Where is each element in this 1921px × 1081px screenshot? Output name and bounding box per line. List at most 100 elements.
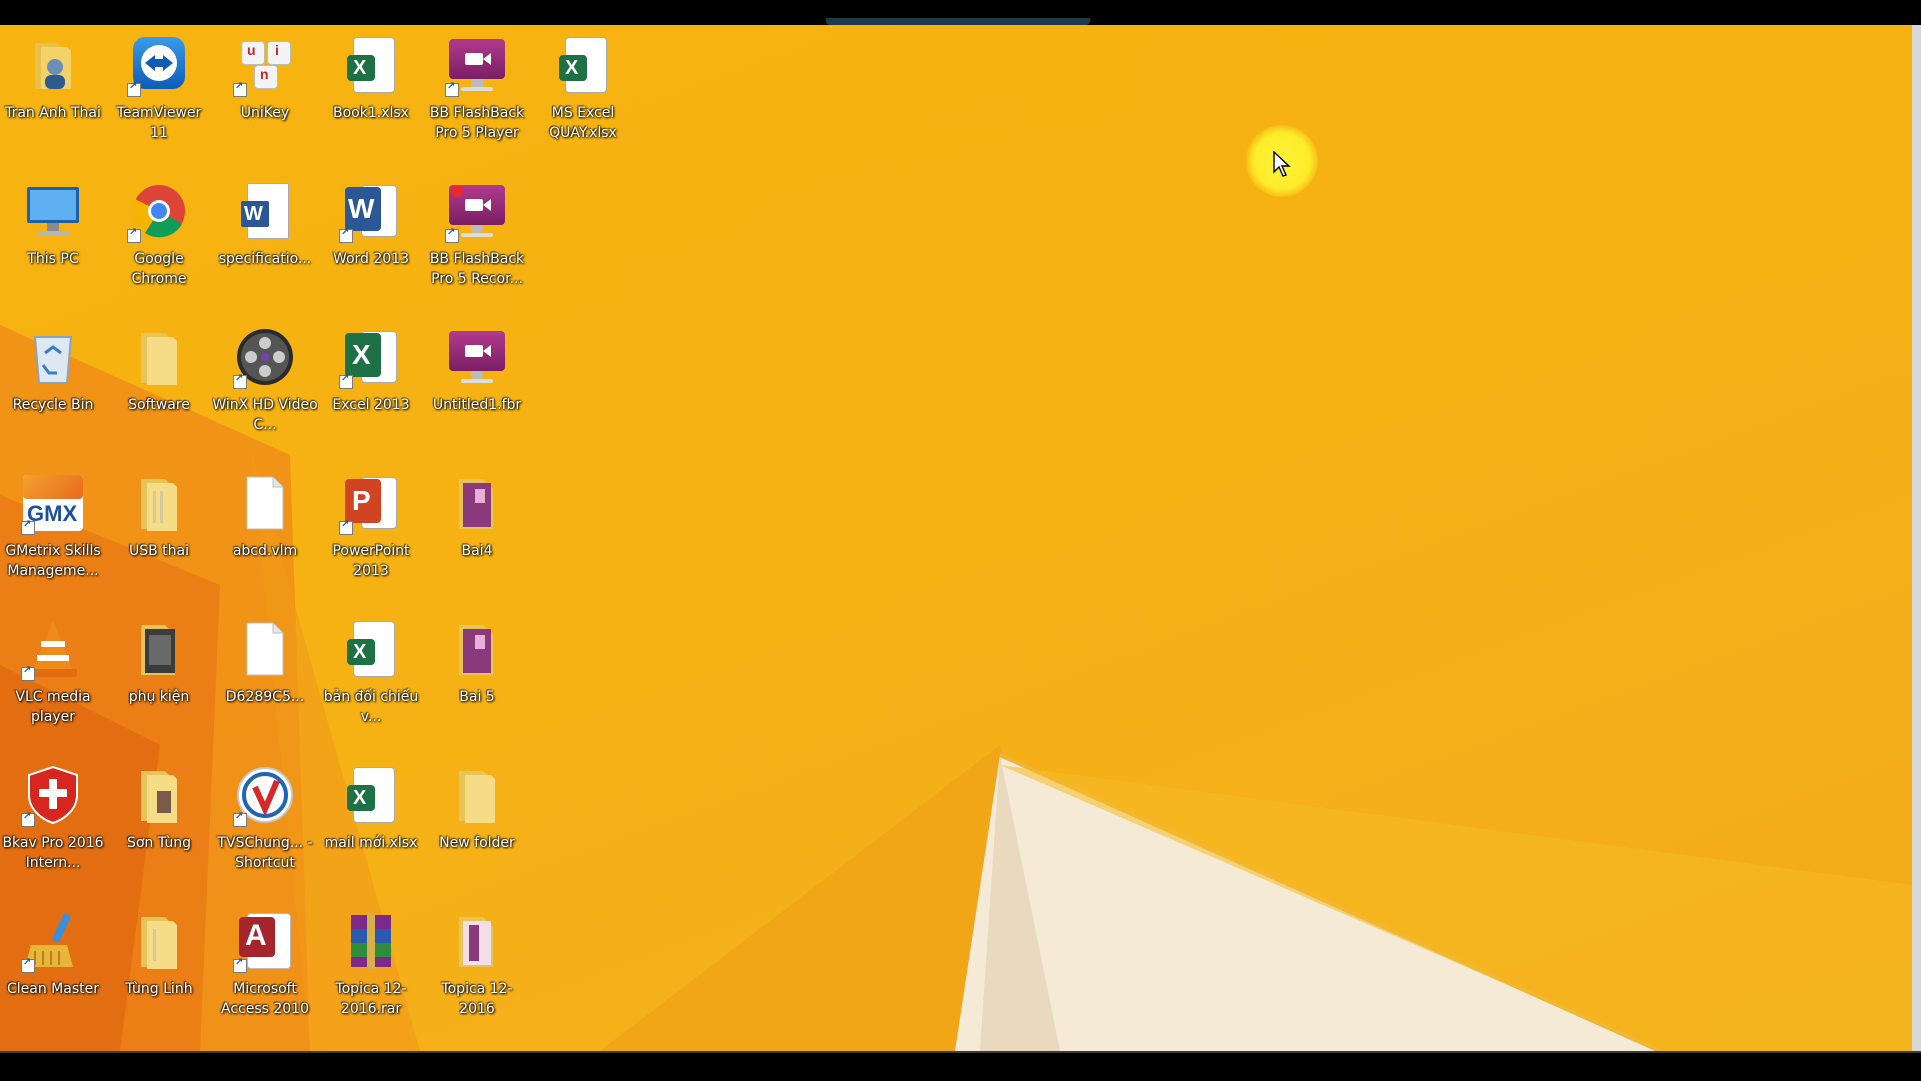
desktop-icon-vlc[interactable]: VLC media player [0, 611, 106, 751]
icon-label: Tran Anh Thai [5, 105, 101, 121]
desktop-icon-bai5[interactable]: Bai 5 [424, 611, 530, 751]
desktop[interactable]: Tran Anh Thai This PC Recycle Bin GMX GM… [0, 25, 1912, 1051]
icon-label: phụ kiện [128, 689, 190, 705]
desktop-icon-winx-hd[interactable]: WinX HD Video C... [212, 319, 318, 459]
folder-icon [127, 471, 191, 535]
desktop-icon-d6289c5[interactable]: D6289C5... [212, 611, 318, 751]
desktop-icon-new-folder[interactable]: New folder [424, 757, 530, 897]
powerpoint-icon: P [339, 471, 403, 535]
desktop-icon-word-2013[interactable]: W Word 2013 [318, 173, 424, 313]
icon-label: Bai 5 [459, 689, 495, 705]
folder-icon [445, 763, 509, 827]
desktop-icon-tung-linh[interactable]: Tùng Linh [106, 903, 212, 1043]
top-notch [826, 18, 1090, 25]
excel-file-icon: X [339, 763, 403, 827]
folder-icon [127, 909, 191, 973]
access-icon: A [233, 909, 297, 973]
desktop-icon-bb-flashback-recorder[interactable]: BB FlashBack Pro 5 Recor... [424, 173, 530, 313]
icon-label: WinX HD Video C... [212, 397, 318, 433]
vlc-icon [21, 617, 85, 681]
desktop-icon-tran-anh-thai[interactable]: Tran Anh Thai [0, 27, 106, 167]
excel-file-icon: X [339, 617, 403, 681]
icon-label: Google Chrome [131, 251, 187, 287]
icon-label: D6289C5... [225, 689, 305, 705]
desktop-icon-this-pc[interactable]: This PC [0, 173, 106, 313]
excel-file-icon: X [551, 33, 615, 97]
icon-label: Bai4 [461, 543, 493, 559]
icon-label: TeamViewer 11 [116, 105, 202, 141]
icon-label: Tùng Linh [125, 981, 193, 997]
folder-icon [127, 617, 191, 681]
blank-file-icon [233, 617, 297, 681]
folder-icon [445, 909, 509, 973]
flashback-file-icon [445, 325, 509, 389]
bkav-icon [21, 763, 85, 827]
icon-label: PowerPoint 2013 [332, 543, 410, 579]
desktop-icon-unikey[interactable]: u i n UniKey [212, 27, 318, 167]
desktop-icon-bkav[interactable]: Bkav Pro 2016 Intern... [0, 757, 106, 897]
bottom-black-bar [0, 1051, 1921, 1081]
icon-label: abcd.vlm [232, 543, 298, 559]
desktop-icon-software[interactable]: Software [106, 319, 212, 459]
unikey-icon: u i n [233, 33, 297, 97]
desktop-icon-topica-rar[interactable]: Topica 12-2016.rar [318, 903, 424, 1043]
icon-label: Recycle Bin [12, 397, 94, 413]
excel-icon: X [339, 325, 403, 389]
screen-right-edge [1912, 25, 1921, 1051]
desktop-icon-google-chrome[interactable]: Google Chrome [106, 173, 212, 313]
icon-label: Software [128, 397, 190, 413]
desktop-icon-excel-2013[interactable]: X Excel 2013 [318, 319, 424, 459]
flashback-player-icon [445, 33, 509, 97]
icon-label: Topica 12-2016.rar [335, 981, 407, 1017]
teamviewer-icon [127, 33, 191, 97]
desktop-icon-powerpoint-2013[interactable]: P PowerPoint 2013 [318, 465, 424, 605]
icon-label: Untitled1.fbr [432, 397, 522, 413]
desktop-icon-untitled1-fbr[interactable]: Untitled1.fbr [424, 319, 530, 459]
desktop-icon-teamviewer[interactable]: TeamViewer 11 [106, 27, 212, 167]
excel-file-icon: X [339, 33, 403, 97]
desktop-icon-tvschung[interactable]: TVSChung... - Shortcut [212, 757, 318, 897]
this-pc-icon [21, 179, 85, 243]
desktop-icon-bb-flashback-player[interactable]: BB FlashBack Pro 5 Player [424, 27, 530, 167]
flashback-recorder-icon [445, 179, 509, 243]
desktop-icon-recycle-bin[interactable]: Recycle Bin [0, 319, 106, 459]
clean-master-icon [21, 909, 85, 973]
gmetrix-icon: GMX [21, 471, 85, 535]
icon-label: UniKey [240, 105, 290, 121]
icon-label: Sơn Tùng [126, 835, 192, 851]
folder-icon [127, 325, 191, 389]
arrow-cursor-icon [1273, 151, 1291, 177]
icon-label: GMetrix Skills Manageme... [5, 543, 101, 579]
winrar-icon [339, 909, 403, 973]
icon-label: mail mới.xlsx [324, 835, 418, 851]
chrome-icon [127, 179, 191, 243]
bottom-divider [0, 1051, 1921, 1053]
desktop-icon-book1[interactable]: X Book1.xlsx [318, 27, 424, 167]
desktop-icon-ms-access[interactable]: A Microsoft Access 2010 [212, 903, 318, 1043]
icon-label: Bkav Pro 2016 Intern... [2, 835, 104, 871]
folder-icon [127, 763, 191, 827]
icon-label: New folder [439, 835, 515, 851]
desktop-icon-mail-moi[interactable]: X mail mới.xlsx [318, 757, 424, 897]
tvs-icon [233, 763, 297, 827]
desktop-icon-ms-excel-quay[interactable]: X MS Excel QUAY.xlsx [530, 27, 636, 167]
winx-video-icon [233, 325, 297, 389]
desktop-icon-gmetrix[interactable]: GMX GMetrix Skills Manageme... [0, 465, 106, 605]
desktop-icon-phu-kien[interactable]: phụ kiện [106, 611, 212, 751]
desktop-icon-bai4[interactable]: Bai4 [424, 465, 530, 605]
icon-label: Book1.xlsx [333, 105, 409, 121]
icon-label: Clean Master [7, 981, 99, 997]
icon-label: Topica 12-2016 [441, 981, 513, 1017]
desktop-icon-clean-master[interactable]: Clean Master [0, 903, 106, 1043]
desktop-icon-ban-doi-chieu[interactable]: X bản đối chiếu v... [318, 611, 424, 751]
word-icon: W [339, 179, 403, 243]
desktop-icon-topica-folder[interactable]: Topica 12-2016 [424, 903, 530, 1043]
icon-label: bản đối chiếu v... [323, 689, 419, 725]
desktop-icon-specification[interactable]: W specificatio... [212, 173, 318, 313]
desktop-icon-usb-thai[interactable]: USB thai [106, 465, 212, 605]
recycle-bin-icon [21, 325, 85, 389]
desktop-icon-son-tung[interactable]: Sơn Tùng [106, 757, 212, 897]
desktop-icon-abcd-vlm[interactable]: abcd.vlm [212, 465, 318, 605]
icon-label: MS Excel QUAY.xlsx [549, 105, 617, 141]
blank-file-icon [233, 471, 297, 535]
